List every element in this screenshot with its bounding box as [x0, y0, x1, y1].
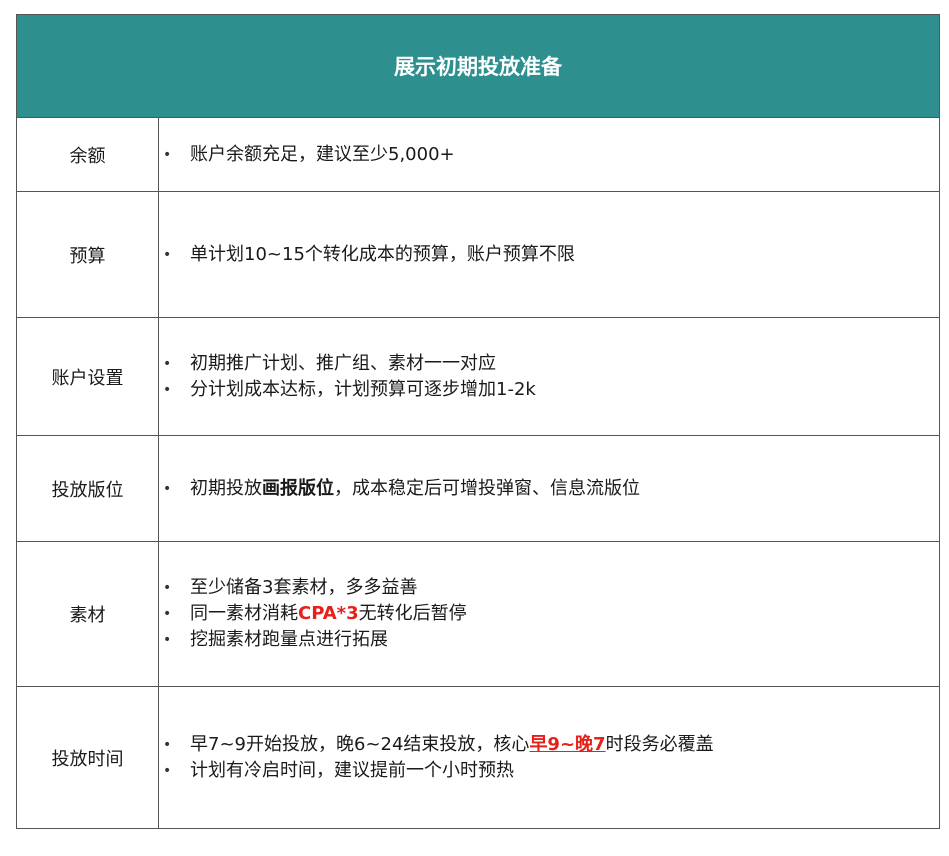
- item-text: 挖掘素材跑量点进行拓展: [190, 629, 388, 650]
- list-item: • 初期投放 画报版位 ，成本稳定后可增投弹窗、信息流版位: [163, 476, 939, 502]
- item-text: 同一素材消耗: [190, 603, 298, 624]
- bullet-icon: •: [163, 246, 172, 263]
- item-text: 无转化后暂停: [358, 603, 467, 624]
- row-content: • 单计划10~15个转化成本的预算，账户预算不限: [159, 192, 939, 317]
- bullet-icon: •: [163, 480, 172, 497]
- list-item: • 分计划成本达标，计划预算可逐步增加1-2k: [163, 377, 939, 403]
- row-label: 素材: [17, 542, 159, 686]
- list-item: • 至少储备3套素材，多多益善: [163, 575, 939, 601]
- list-item: • 挖掘素材跑量点进行拓展: [163, 627, 939, 653]
- list-item: • 账户余额充足，建议至少5,000+: [163, 142, 939, 168]
- list-item: • 计划有冷启时间，建议提前一个小时预热: [163, 758, 939, 784]
- bullet-icon: •: [163, 355, 172, 372]
- bullet-icon: •: [163, 606, 172, 622]
- bullet-icon: •: [163, 381, 172, 398]
- table-row-account-settings: 账户设置 • 初期推广计划、推广组、素材一一对应 • 分计划成本达标，计划预算可…: [17, 318, 939, 436]
- item-text: 单计划10~15个转化成本的预算，账户预算不限: [190, 243, 575, 265]
- row-label: 账户设置: [17, 318, 159, 435]
- list-item: • 同一素材消耗 CPA*3 无转化后暂停: [163, 601, 939, 627]
- row-label: 投放版位: [17, 436, 159, 541]
- row-content: • 初期推广计划、推广组、素材一一对应 • 分计划成本达标，计划预算可逐步增加1…: [159, 318, 939, 435]
- row-label: 预算: [17, 192, 159, 317]
- row-content: • 账户余额充足，建议至少5,000+: [159, 118, 939, 191]
- row-content: • 至少储备3套素材，多多益善 • 同一素材消耗 CPA*3 无转化后暂停 • 挖掘…: [159, 542, 939, 686]
- item-text: 分计划成本达标，计划预算可逐步增加1-2k: [190, 378, 536, 400]
- table-row-balance: 余额 • 账户余额充足，建议至少5,000+: [17, 118, 939, 192]
- table-row-placement: 投放版位 • 初期投放 画报版位 ，成本稳定后可增投弹窗、信息流版位: [17, 436, 939, 542]
- bullet-icon: •: [163, 736, 172, 753]
- row-label: 余额: [17, 118, 159, 191]
- row-label: 投放时间: [17, 687, 159, 828]
- item-emphasis: 画报版位: [262, 477, 334, 499]
- prep-table: 展示初期投放准备 余额 • 账户余额充足，建议至少5,000+ 预算 • 单计划…: [16, 14, 940, 829]
- item-text: 早7~9开始投放，晚6~24结束投放，核心: [190, 733, 530, 755]
- bullet-icon: •: [163, 146, 172, 163]
- item-text: ，成本稳定后可增投弹窗、信息流版位: [334, 477, 640, 499]
- bullet-icon: •: [163, 632, 172, 648]
- table-title: 展示初期投放准备: [17, 15, 939, 118]
- item-text: 初期投放: [190, 477, 262, 499]
- item-emphasis: CPA*3: [298, 603, 359, 624]
- bullet-icon: •: [163, 580, 172, 596]
- item-emphasis: 早9~晚7: [529, 733, 606, 755]
- table-row-schedule: 投放时间 • 早7~9开始投放，晚6~24结束投放，核心 早9~晚7 时段务必覆盖 …: [17, 687, 939, 828]
- item-text: 时段务必覆盖: [605, 733, 714, 755]
- list-item: • 初期推广计划、推广组、素材一一对应: [163, 351, 939, 377]
- table-row-creatives: 素材 • 至少储备3套素材，多多益善 • 同一素材消耗 CPA*3 无转化后暂停 •…: [17, 542, 939, 687]
- item-text: 初期推广计划、推广组、素材一一对应: [190, 352, 496, 374]
- table-row-budget: 预算 • 单计划10~15个转化成本的预算，账户预算不限: [17, 192, 939, 318]
- list-item: • 单计划10~15个转化成本的预算，账户预算不限: [163, 242, 939, 268]
- item-text: 计划有冷启时间，建议提前一个小时预热: [190, 759, 514, 781]
- row-content: • 早7~9开始投放，晚6~24结束投放，核心 早9~晚7 时段务必覆盖 • 计划有…: [159, 687, 939, 828]
- bullet-icon: •: [163, 762, 172, 779]
- list-item: • 早7~9开始投放，晚6~24结束投放，核心 早9~晚7 时段务必覆盖: [163, 732, 939, 758]
- item-text: 至少储备3套素材，多多益善: [190, 577, 418, 598]
- item-text: 账户余额充足，建议至少5,000+: [190, 143, 455, 165]
- row-content: • 初期投放 画报版位 ，成本稳定后可增投弹窗、信息流版位: [159, 436, 939, 541]
